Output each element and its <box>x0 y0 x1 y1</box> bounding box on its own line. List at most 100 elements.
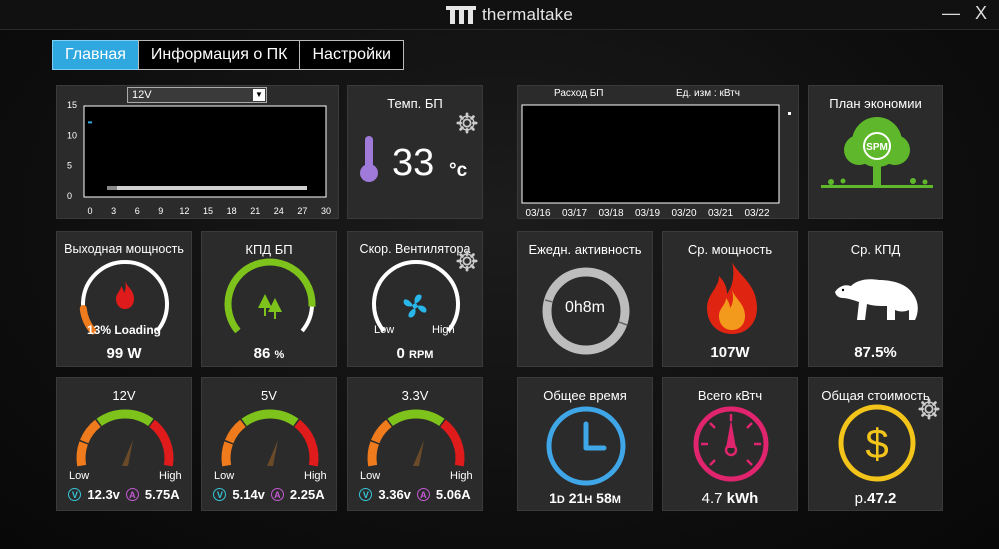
brand: thermaltake <box>446 5 573 25</box>
consumption-x-tick: 03/22 <box>744 208 769 219</box>
thermometer-icon <box>360 136 378 182</box>
consumption-x-tick: 03/19 <box>635 208 660 219</box>
volt-icon: V <box>359 488 373 501</box>
consumption-x-tick: 03/16 <box>525 208 550 219</box>
consumption-x-tick: 03/20 <box>671 208 696 219</box>
psu-temp-unit: °c <box>449 160 468 181</box>
total-kwh-unit: kWh <box>726 490 759 507</box>
rail-gauge-needle <box>413 440 424 466</box>
total-kwh-number: 4.7 <box>701 490 723 507</box>
volt-icon: V <box>68 488 82 501</box>
gear-icon[interactable] <box>456 112 478 134</box>
rail-y-tick: 0 <box>67 191 72 201</box>
rail-x-tick: 0 <box>87 206 92 216</box>
fan-high-label: High <box>432 324 455 336</box>
consumption-plot-area <box>521 104 780 204</box>
rail-5v-card: 5V Low High V 5.14v A 2.25A <box>201 377 337 511</box>
avg-power-title: Ср. мощность <box>687 242 773 257</box>
tab-pc-info[interactable]: Информация о ПК <box>137 40 301 70</box>
avg-power-value: 107W <box>663 344 797 361</box>
rail-x-tick: 3 <box>111 206 116 216</box>
svg-text:$: $ <box>865 420 888 467</box>
rail-gauge-segment <box>225 419 246 444</box>
rail-x-tick: 12 <box>179 206 189 216</box>
rail-x-tick: 18 <box>227 206 237 216</box>
efficiency-number: 86 <box>253 345 271 362</box>
rail-3v3-card: 3.3V Low High V 3.36v A 5.06A <box>347 377 483 511</box>
total-time-value: 1D 21H 58M <box>518 490 652 506</box>
rail-x-tick: 27 <box>297 206 307 216</box>
trees-icon <box>258 294 282 319</box>
thermaltake-logo-icon <box>446 6 476 24</box>
rail-12v-gauge <box>76 409 174 467</box>
consumption-chart: 03/16 03/17 03/18 03/19 03/20 03/21 03/22 <box>521 104 791 219</box>
output-loading-text: 13% Loading <box>57 323 191 337</box>
fire-icon <box>707 262 757 334</box>
psu-efficiency-card: КПД БП 86 % <box>201 231 337 367</box>
rail-5v-high: High <box>304 470 327 482</box>
output-power-value: 99 W <box>57 345 191 362</box>
avg-efficiency-card: Ср. КПД 87.5% <box>808 231 943 367</box>
psu-consumption-card: Расход БП Ед. изм : кВтч 03/16 03/17 03/18… <box>517 85 799 219</box>
total-cost-value: р.47.2 <box>809 490 942 507</box>
avg-power-card: Ср. мощность 107W <box>662 231 798 367</box>
fan-low-label: Low <box>374 324 395 336</box>
consumption-x-tick: 03/18 <box>598 208 623 219</box>
rail-x-tick: 21 <box>250 206 260 216</box>
output-power-number: 99 <box>106 345 124 362</box>
rail-5v-volt: 5.14v <box>232 487 265 502</box>
amp-icon: A <box>125 488 139 501</box>
rail-chart-plot-area <box>83 105 327 198</box>
fan-speed-value: 0 RPM <box>348 345 482 362</box>
total-time-days: 1 <box>549 490 557 506</box>
daily-activity-value: 0h8m <box>564 299 606 316</box>
fan-speed-card: Скор. Вентилятора Low High 0 RPM <box>347 231 483 367</box>
total-time-card: Общее время 1D 21H 58M <box>517 377 653 511</box>
rail-12v-title: 12V <box>112 388 136 403</box>
rail-12v-volt: 12.3v <box>87 487 120 502</box>
rail-chart-card: 12V ▼ 15 10 5 0 0 3 6 9 12 15 18 21 24 27 30 <box>56 85 339 219</box>
rail-12v-readings: V 12.3v A 5.75A <box>57 487 191 502</box>
tab-home[interactable]: Главная <box>52 40 139 70</box>
rail-3v3-volt: 3.36v <box>378 487 411 502</box>
tab-settings[interactable]: Настройки <box>299 40 404 70</box>
amp-icon: A <box>416 488 430 501</box>
total-time-hours-unit: H <box>584 494 593 506</box>
volt-icon: V <box>213 488 227 501</box>
eco-tree-icon[interactable]: SPM <box>817 112 937 192</box>
output-loading-label: % Loading <box>100 323 162 337</box>
rail-5v-title: 5V <box>261 388 277 403</box>
output-power-unit: W <box>127 345 142 362</box>
efficiency-unit: % <box>274 349 285 361</box>
consumption-x-tick: 03/17 <box>562 208 587 219</box>
psu-temp-title: Темп. БП <box>387 96 443 111</box>
total-time-days-unit: D <box>556 494 565 506</box>
clock-icon <box>546 406 626 486</box>
rail-5v-gauge <box>221 409 319 467</box>
rail-12v-card: 12V Low High V 12.3v A 5.75A <box>56 377 192 511</box>
rail-3v3-high: High <box>450 470 473 482</box>
avg-efficiency-title: Ср. КПД <box>850 242 901 257</box>
rail-gauge-segment <box>294 419 319 467</box>
output-loading-pct: 13 <box>86 323 101 337</box>
amp-icon: A <box>270 488 284 501</box>
total-time-title: Общее время <box>543 388 627 403</box>
psu-temp-card: Темп. БП 33 °c <box>347 85 483 219</box>
rail-chart-scroll-thumb <box>107 186 117 190</box>
rail-5v-low: Low <box>214 470 235 482</box>
total-cost-number: 47.2 <box>867 490 897 507</box>
rail-gauge-needle <box>122 440 133 466</box>
close-button[interactable]: X <box>970 3 992 24</box>
daily-activity-title: Ежедн. активность <box>528 242 642 257</box>
minimize-button[interactable]: — <box>940 3 962 24</box>
rail-3v3-gauge <box>367 409 465 467</box>
rail-12v-low: Low <box>69 470 90 482</box>
eco-logo-text: SPM <box>866 142 888 153</box>
total-cost-prefix: р. <box>854 490 868 507</box>
total-time-minutes: 58 <box>596 490 612 506</box>
rail-gauge-segment <box>221 441 233 467</box>
rail-x-tick: 30 <box>321 206 331 216</box>
fan-speed-number: 0 <box>396 345 405 362</box>
rail-gauge-segment <box>440 419 465 467</box>
gear-icon[interactable] <box>918 398 940 420</box>
